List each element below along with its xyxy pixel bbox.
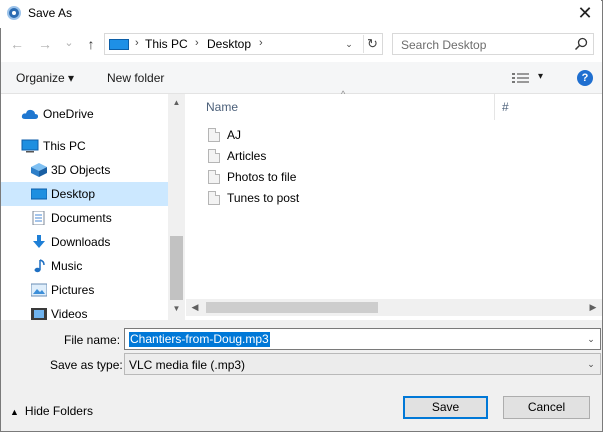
save-as-type-value: VLC media file (.mp3)	[129, 358, 246, 372]
new-folder-button[interactable]: New folder	[107, 71, 164, 85]
sidebar-item-label: This PC	[43, 139, 86, 153]
list-item[interactable]: Photos to file	[208, 167, 328, 187]
desktop-icon	[31, 188, 47, 200]
sidebar-item-documents[interactable]: Documents	[1, 206, 169, 230]
breadcrumb-separator[interactable]: ›	[195, 37, 199, 49]
up-button[interactable]: ↑	[82, 34, 100, 54]
file-name: AJ	[227, 128, 242, 142]
hide-folders-button[interactable]: ▲ Hide Folders	[10, 404, 93, 418]
download-icon	[33, 235, 45, 248]
pictures-icon	[31, 283, 47, 297]
scroll-down-arrow[interactable]: ▼	[168, 302, 185, 316]
list-item[interactable]: AJ	[208, 125, 328, 145]
sidebar-item-label: 3D Objects	[51, 163, 111, 177]
list-item[interactable]: Articles	[208, 146, 328, 166]
navigation-pane: OneDrive This PC 3D Objects Desktop Docu…	[1, 94, 185, 320]
file-icon	[208, 128, 220, 142]
documents-icon	[32, 211, 45, 225]
sidebar-item-label: Music	[51, 259, 83, 273]
save-button[interactable]: Save	[403, 396, 488, 419]
search-input[interactable]: Search Desktop	[392, 33, 594, 55]
this-pc-icon	[109, 39, 129, 50]
refresh-button[interactable]: ↻	[363, 35, 381, 53]
computer-icon	[21, 139, 39, 153]
breadcrumb-separator[interactable]: ›	[259, 37, 263, 49]
column-header-name[interactable]: Name	[206, 100, 238, 114]
file-name: Articles	[227, 149, 267, 163]
forward-button[interactable]: →	[36, 34, 54, 54]
scroll-right-arrow[interactable]: ▶	[586, 300, 600, 315]
back-button[interactable]: ←	[8, 34, 26, 54]
sidebar-item-music[interactable]: Music	[1, 254, 169, 278]
hide-folders-label: Hide Folders	[24, 404, 93, 418]
sidebar-item-3d-objects[interactable]: 3D Objects	[1, 158, 169, 182]
column-header-number[interactable]: #	[502, 100, 509, 114]
sidebar-item-label: Videos	[51, 307, 88, 320]
sidebar-item-onedrive[interactable]: OneDrive	[1, 102, 169, 126]
sidebar-item-label: OneDrive	[43, 107, 94, 121]
sidebar-item-label: Pictures	[51, 283, 95, 297]
column-divider[interactable]	[494, 94, 495, 120]
file-name-value[interactable]: Chantiers-from-Doug.mp3	[129, 332, 270, 347]
title-bar: Save As ✕	[0, 0, 601, 28]
file-icon	[208, 170, 220, 184]
save-as-type-select[interactable]: VLC media file (.mp3) ⌄	[124, 353, 601, 375]
file-name: Photos to file	[227, 170, 297, 184]
cloud-icon	[21, 109, 39, 119]
breadcrumb-this-pc[interactable]: This PC	[145, 37, 188, 51]
sidebar-item-desktop[interactable]: Desktop	[1, 182, 169, 206]
file-icon	[208, 149, 220, 163]
sidebar-item-label: Documents	[51, 211, 112, 225]
help-icon[interactable]: ?	[577, 70, 593, 86]
sidebar-item-this-pc[interactable]: This PC	[1, 134, 169, 158]
sidebar-item-label: Desktop	[51, 187, 96, 201]
music-icon	[34, 259, 45, 273]
sidebar-scroll-thumb[interactable]	[170, 236, 183, 300]
organize-button[interactable]: Organize ▾	[16, 71, 74, 85]
file-name-label: File name:	[64, 333, 121, 347]
search-placeholder: Search Desktop	[401, 38, 487, 52]
file-list-scroll-thumb[interactable]	[206, 302, 378, 313]
recent-locations-button[interactable]: ⌄	[60, 33, 78, 53]
file-name-dropdown-button[interactable]: ⌄	[584, 331, 598, 347]
breadcrumb-desktop[interactable]: Desktop	[207, 37, 251, 51]
sidebar-item-downloads[interactable]: Downloads	[1, 230, 169, 254]
command-toolbar: Organize ▾ New folder ▾ ?	[1, 62, 602, 94]
sidebar-item-pictures[interactable]: Pictures	[1, 278, 169, 302]
window-title: Save As	[28, 6, 73, 20]
chevron-up-icon: ▲	[10, 407, 19, 417]
sidebar-item-videos[interactable]: Videos	[1, 302, 169, 320]
search-icon[interactable]	[573, 36, 589, 52]
scroll-up-arrow[interactable]: ▲	[168, 96, 185, 110]
list-item[interactable]: Tunes to post	[208, 188, 328, 208]
close-button[interactable]: ✕	[572, 2, 598, 24]
cancel-button[interactable]: Cancel	[503, 396, 590, 419]
file-icon	[208, 191, 220, 205]
view-dropdown-caret[interactable]: ▾	[538, 71, 543, 82]
save-as-type-dropdown-button[interactable]: ⌄	[584, 356, 598, 372]
app-icon	[7, 6, 21, 20]
file-name: Tunes to post	[227, 191, 300, 205]
sort-indicator: ^	[341, 89, 346, 99]
scroll-left-arrow[interactable]: ◀	[188, 300, 202, 315]
cube-icon	[31, 163, 47, 177]
sidebar-item-label: Downloads	[51, 235, 111, 249]
view-options-icon[interactable]	[512, 72, 530, 84]
video-icon	[31, 308, 47, 320]
save-as-type-label: Save as type:	[50, 358, 123, 372]
address-bar[interactable]: › This PC › Desktop › ⌄ ↻	[104, 33, 383, 55]
address-dropdown-button[interactable]: ⌄	[342, 36, 356, 52]
file-name-field[interactable]: Chantiers-from-Doug.mp3 ⌄	[124, 328, 601, 350]
breadcrumb-separator[interactable]: ›	[135, 37, 139, 49]
